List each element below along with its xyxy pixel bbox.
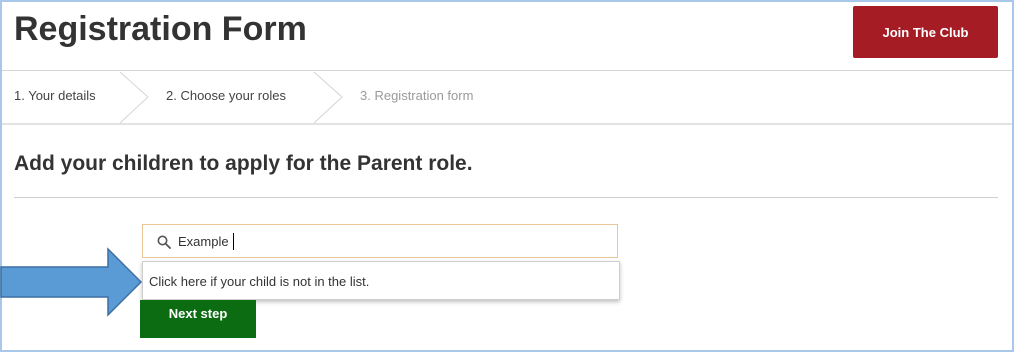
next-step-label: Next step	[168, 306, 228, 321]
annotation-arrow-icon	[0, 247, 143, 317]
next-step-button[interactable]: Next step	[140, 300, 256, 338]
text-cursor	[233, 233, 234, 250]
child-search-input[interactable]	[178, 230, 598, 252]
search-icon	[157, 235, 171, 249]
child-not-in-list-option[interactable]: Click here if your child is not in the l…	[149, 274, 369, 289]
step-separator	[119, 72, 149, 123]
step-separator	[313, 72, 343, 123]
join-the-club-button[interactable]: Join The Club	[853, 6, 998, 58]
child-search-box[interactable]	[142, 224, 618, 258]
page-title: Registration Form	[14, 10, 307, 48]
section-title: Add your children to apply for the Paren…	[14, 152, 473, 175]
step-your-details[interactable]: 1. Your details	[14, 88, 96, 103]
step-breadcrumb: 1. Your details 2. Choose your roles 3. …	[0, 72, 1010, 123]
step-choose-roles[interactable]: 2. Choose your roles	[166, 88, 286, 103]
search-dropdown: Click here if your child is not in the l…	[142, 261, 620, 300]
steps-divider	[2, 123, 1012, 125]
header-divider	[2, 70, 1012, 71]
step-registration-form: 3. Registration form	[360, 88, 474, 103]
section-divider	[14, 197, 998, 198]
